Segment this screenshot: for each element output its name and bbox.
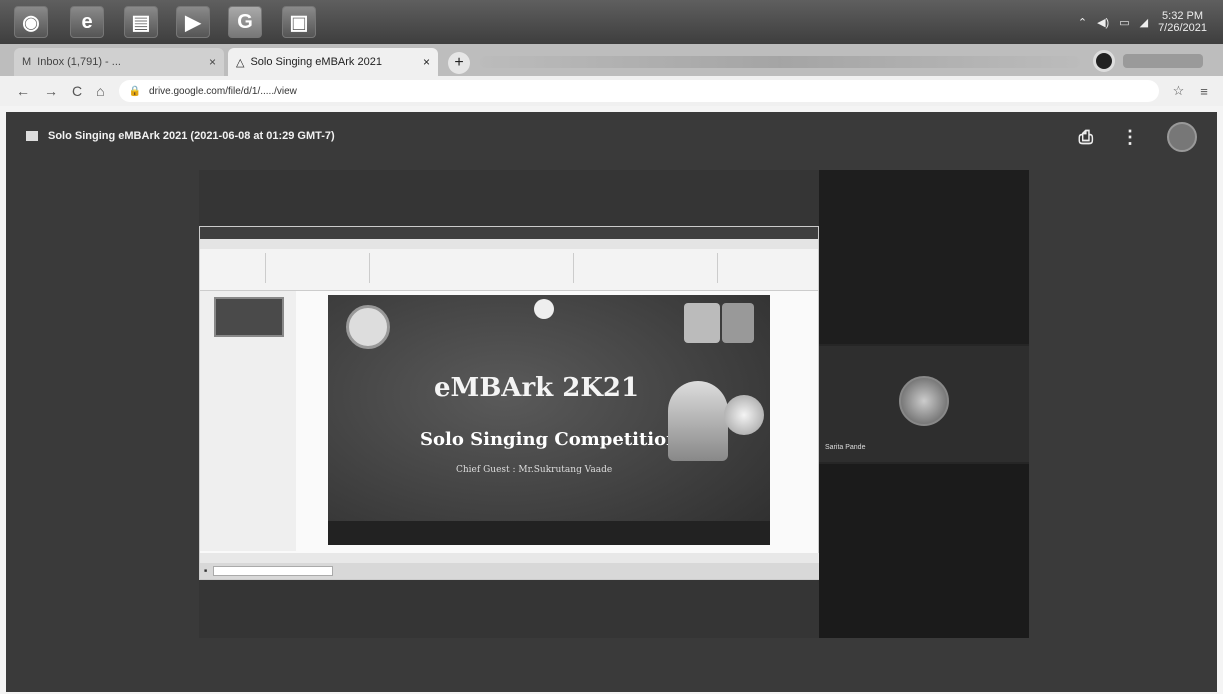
- tab-inbox[interactable]: M Inbox (1,791) - ... ×: [14, 48, 224, 76]
- participant-tile: [819, 170, 1029, 344]
- globe-icon: [724, 395, 764, 435]
- drive-icon: △: [236, 56, 245, 69]
- star-icon[interactable]: ☆: [1173, 83, 1185, 99]
- college-logo: [346, 305, 390, 349]
- extensions-icon[interactable]: ≡: [1200, 84, 1208, 99]
- event-title: eMBArk 2K21: [434, 373, 640, 403]
- guest-photo: [684, 303, 720, 343]
- slide-footer: [328, 521, 770, 545]
- back-icon[interactable]: ←: [16, 83, 30, 99]
- volume-icon[interactable]: ◀): [1097, 16, 1109, 29]
- account-avatar[interactable]: [1167, 122, 1197, 152]
- video-player[interactable]: eMBArk 2K21 Solo Singing Competition Chi…: [199, 170, 1029, 638]
- shared-screen: eMBArk 2K21 Solo Singing Competition Chi…: [199, 226, 820, 580]
- browser-icon[interactable]: ◉: [14, 6, 48, 38]
- viewer-header: Solo Singing eMBArk 2021 (2021-06-08 at …: [6, 112, 1217, 160]
- url-text: drive.google.com/file/d/1/...../view: [149, 85, 297, 97]
- blurred-region: [480, 56, 1080, 68]
- os-taskbar: ◉ e ▤ ▶ G ▣ ⌃ ◀) ▭ ◢ 5:32 PM 7/26/2021: [0, 0, 1223, 44]
- guest-photo: [722, 303, 754, 343]
- ppt-titlebar: [200, 227, 818, 239]
- browser-toolbar: ← → C ⌂ 🔒 drive.google.com/file/d/1/....…: [0, 76, 1223, 106]
- competition-title: Solo Singing Competition: [420, 429, 680, 450]
- presenter-taskbar: ■: [200, 563, 820, 579]
- chief-guest: Chief Guest : Mr.Sukrutang Vaade: [456, 465, 613, 475]
- drive-viewer: Solo Singing eMBArk 2021 (2021-06-08 at …: [6, 112, 1217, 692]
- browser-tabstrip: M Inbox (1,791) - ... × △ Solo Singing e…: [0, 44, 1223, 76]
- participant-tile: [819, 464, 1029, 638]
- ribbon-group: [374, 253, 574, 283]
- print-icon[interactable]: ⎙: [1079, 127, 1093, 148]
- participant-name: Sarita Pande: [825, 444, 866, 451]
- clock[interactable]: 5:32 PM 7/26/2021: [1158, 10, 1207, 34]
- ribbon-tabs: [200, 239, 818, 249]
- blurred-text: [1123, 54, 1203, 68]
- emblem-icon: [534, 299, 554, 319]
- clock-date: 7/26/2021: [1158, 22, 1207, 34]
- window-icon[interactable]: ▣: [282, 6, 316, 38]
- profile-icon: [1093, 50, 1115, 72]
- close-icon[interactable]: ×: [423, 55, 430, 69]
- close-icon[interactable]: ×: [209, 55, 216, 69]
- gmail-icon: M: [22, 56, 32, 68]
- tab-solo-singing[interactable]: △ Solo Singing eMBArk 2021 ×: [228, 48, 438, 76]
- address-bar[interactable]: 🔒 drive.google.com/file/d/1/...../view: [118, 80, 1159, 102]
- presentation-stage: eMBArk 2K21 Solo Singing Competition Chi…: [199, 170, 820, 638]
- tab-label: Inbox (1,791) - ...: [37, 56, 121, 68]
- wifi-icon[interactable]: ◢: [1140, 16, 1148, 29]
- ribbon-group: [270, 253, 370, 283]
- video-file-icon: [26, 131, 38, 141]
- reload-icon[interactable]: C: [72, 83, 82, 99]
- chrome-icon[interactable]: G: [228, 6, 262, 38]
- participant-avatar: [899, 376, 949, 426]
- more-options-icon[interactable]: ⋮: [1121, 127, 1139, 148]
- ppt-ribbon: [200, 239, 818, 291]
- file-title: Solo Singing eMBArk 2021 (2021-06-08 at …: [48, 130, 335, 142]
- media-icon[interactable]: ▶: [176, 6, 210, 38]
- home-icon[interactable]: ⌂: [96, 83, 104, 99]
- slide-thumbnails: [200, 291, 296, 551]
- forward-icon[interactable]: →: [44, 83, 58, 99]
- system-tray: ⌃ ◀) ▭ ◢ 5:32 PM 7/26/2021: [1078, 0, 1223, 44]
- profile-chip[interactable]: [1093, 50, 1203, 72]
- chevron-up-icon[interactable]: ⌃: [1078, 16, 1087, 29]
- ribbon-group: [578, 253, 718, 283]
- slide-thumbnail: [214, 297, 284, 337]
- participant-tile: Sarita Pande: [819, 346, 1029, 462]
- trophy-icon: [668, 381, 728, 461]
- ribbon-group: [206, 253, 266, 283]
- network-icon[interactable]: ▭: [1119, 16, 1129, 29]
- presenter-search: [213, 566, 334, 576]
- windows-icon: ■: [204, 568, 208, 574]
- ppt-statusbar: [200, 553, 820, 563]
- clock-time: 5:32 PM: [1162, 10, 1204, 22]
- new-tab-button[interactable]: +: [448, 52, 470, 74]
- ie-icon[interactable]: e: [70, 6, 104, 38]
- current-slide: eMBArk 2K21 Solo Singing Competition Chi…: [328, 295, 770, 545]
- tab-label: Solo Singing eMBArk 2021: [250, 56, 382, 68]
- lock-icon: 🔒: [128, 85, 142, 97]
- participant-panel: Sarita Pande: [819, 170, 1029, 638]
- app-icon[interactable]: ▤: [124, 6, 158, 38]
